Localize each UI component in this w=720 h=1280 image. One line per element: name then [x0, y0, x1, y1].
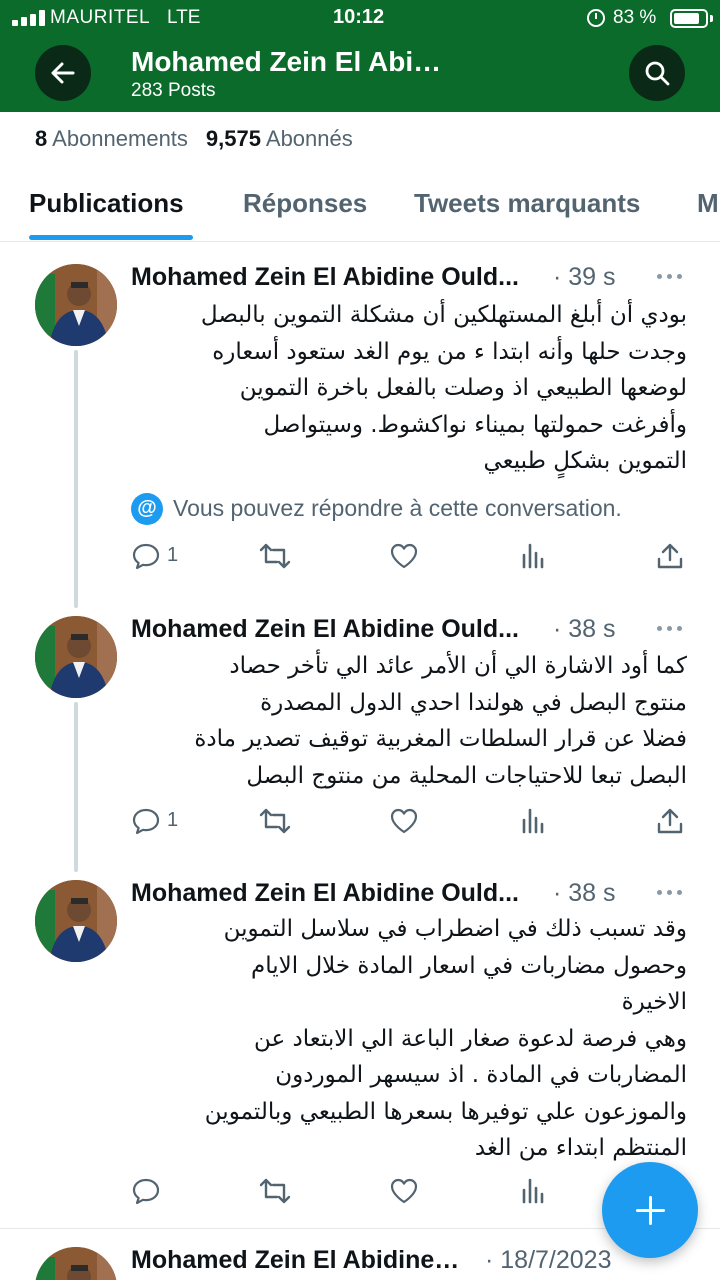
- avatar[interactable]: [35, 880, 117, 962]
- tweet-actions: 1: [131, 541, 691, 571]
- avatar[interactable]: [35, 616, 117, 698]
- tweet-time[interactable]: · 39 s: [553, 263, 616, 292]
- search-icon: [645, 61, 670, 86]
- retweet-icon: [259, 1178, 291, 1204]
- tweet-time[interactable]: · 38 s: [553, 615, 616, 644]
- more-options-icon[interactable]: [655, 625, 685, 633]
- tweet-time[interactable]: · 38 s: [553, 879, 616, 908]
- tab-publications[interactable]: Publications: [29, 188, 184, 219]
- tweet-author[interactable]: Mohamed Zein El Abidine Ould...: [131, 263, 519, 292]
- more-options-icon[interactable]: [655, 273, 685, 281]
- retweet-icon: [259, 808, 291, 834]
- following-link[interactable]: 8 Abonnements: [35, 126, 188, 151]
- tweet-author[interactable]: Mohamed Zein El Abidine Ould...: [131, 615, 519, 644]
- tweet-author[interactable]: Mohamed Zein El Abidine Ould...: [131, 879, 519, 908]
- compose-button[interactable]: [602, 1162, 698, 1258]
- reply-icon: [132, 1178, 160, 1205]
- tab-highlights[interactable]: Tweets marquants: [414, 188, 640, 219]
- active-tab-indicator: [29, 235, 193, 240]
- post-count: 283 Posts: [131, 80, 216, 101]
- profile-header: MAURITEL LTE 10:12 83 % Mohamed Zein El …: [0, 0, 720, 112]
- back-button[interactable]: [35, 45, 91, 101]
- tweet-text: بودي أن أبلغ المستهلكين أن مشكلة التموين…: [200, 302, 687, 474]
- tweet-author[interactable]: Mohamed Zein El Abidine…: [131, 1246, 459, 1275]
- heart-icon: [390, 543, 418, 569]
- tweet-text: وقد تسبب ذلك في اضطراب في سلاسل التموين …: [204, 916, 687, 1161]
- tab-media[interactable]: M: [697, 188, 719, 219]
- battery-percent: 83 %: [613, 7, 657, 28]
- bar-chart-icon: [522, 808, 544, 834]
- reply-icon: [132, 808, 160, 835]
- profile-tabs: Publications Réponses Tweets marquants M: [0, 178, 720, 242]
- tweet-actions: 1: [131, 806, 691, 836]
- tweet-time[interactable]: · 18/7/2023: [485, 1246, 612, 1275]
- carrier-name: MAURITEL: [50, 7, 151, 28]
- network-type: LTE: [167, 7, 201, 28]
- thread-connector: [74, 350, 78, 608]
- share-icon: [657, 543, 683, 569]
- status-time: 10:12: [333, 6, 385, 28]
- followers-link[interactable]: 9,575 Abonnés: [206, 126, 353, 151]
- tab-replies[interactable]: Réponses: [243, 188, 367, 219]
- avatar[interactable]: [35, 264, 117, 346]
- more-options-icon[interactable]: [655, 889, 685, 897]
- tweet-text: كما أود الاشارة الي أن الأمر عائد الي تأ…: [194, 653, 687, 789]
- profile-name-title: Mohamed Zein El Abi…: [131, 46, 442, 77]
- retweet-icon: [259, 543, 291, 569]
- status-bar: MAURITEL LTE 10:12 83 %: [0, 0, 720, 38]
- signal-icon: [12, 10, 46, 26]
- heart-icon: [390, 1178, 418, 1204]
- battery-icon: [670, 9, 708, 28]
- at-icon: @: [131, 493, 163, 525]
- reply-icon: [132, 543, 160, 570]
- avatar[interactable]: [35, 1247, 117, 1280]
- arrow-left-icon: [51, 62, 75, 84]
- search-button[interactable]: [629, 45, 685, 101]
- alarm-icon: [587, 9, 605, 27]
- bar-chart-icon: [522, 1178, 544, 1204]
- share-icon: [657, 808, 683, 834]
- thread-connector: [74, 702, 78, 872]
- bar-chart-icon: [522, 543, 544, 569]
- follow-stats: 8 Abonnements 9,575 Abonnés: [35, 126, 353, 152]
- heart-icon: [390, 808, 418, 834]
